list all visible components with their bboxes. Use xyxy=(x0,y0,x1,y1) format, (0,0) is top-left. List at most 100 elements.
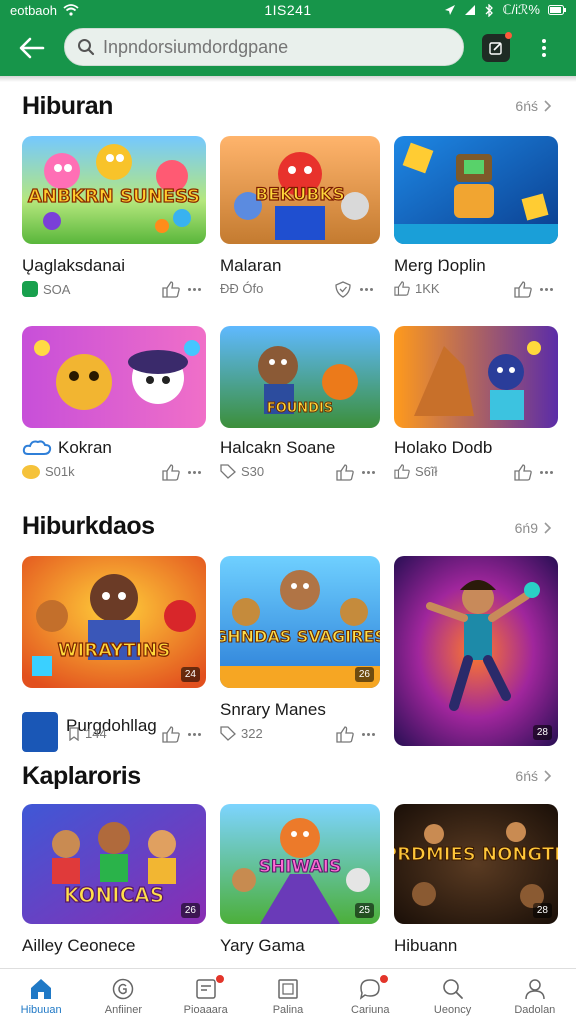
notification-dot xyxy=(379,974,390,984)
search-icon xyxy=(442,978,463,999)
game-meta: 1KK xyxy=(415,281,440,296)
tag-icon xyxy=(220,726,236,741)
thumbs-up-icon[interactable] xyxy=(336,464,354,481)
section-title: Kaplaroris xyxy=(22,762,141,790)
section-see-all[interactable]: 6ńś xyxy=(515,768,552,784)
nav-item-dadolan[interactable]: Dadolan xyxy=(494,969,576,1024)
more-options-icon[interactable] xyxy=(360,288,373,291)
overflow-menu-button[interactable] xyxy=(530,34,558,62)
chevron-right-icon xyxy=(544,770,552,782)
thumbs-up-icon[interactable] xyxy=(514,281,532,298)
game-thumbnail[interactable]: PRDMIES NONGTK 28 xyxy=(394,804,558,924)
more-options-icon[interactable] xyxy=(362,471,375,474)
back-button[interactable] xyxy=(16,32,48,64)
game-meta: S6ĩł xyxy=(415,464,438,479)
game-thumbnail[interactable]: BEKUBKS xyxy=(220,136,380,244)
search-input[interactable] xyxy=(103,36,453,58)
game-meta: S30 xyxy=(241,464,265,479)
section-title: Hiburan xyxy=(22,92,113,120)
thumbs-up-icon[interactable] xyxy=(162,464,180,481)
thumbnail-title: KONICAS xyxy=(64,883,164,907)
profile-icon xyxy=(525,978,545,999)
game-name: Snrary Manes xyxy=(220,700,326,719)
game-thumbnail[interactable]: SHIWAIS 25 xyxy=(220,804,380,924)
nav-item-anfiiner[interactable]: Anfiiner xyxy=(82,969,164,1024)
nav-item-ueoncy[interactable]: Ueoncy xyxy=(411,969,493,1024)
duration-badge: 25 xyxy=(354,903,374,918)
more-options-icon[interactable] xyxy=(362,733,375,736)
chevron-right-icon xyxy=(544,522,552,534)
thumbs-up-icon[interactable] xyxy=(514,464,532,481)
circle-g-icon xyxy=(113,978,134,999)
game-thumbnail[interactable]: ANBKRN SUNESS xyxy=(22,136,206,244)
game-thumbnail[interactable] xyxy=(394,326,558,428)
nav-label: Anfiiner xyxy=(104,1003,143,1016)
game-thumbnail[interactable]: GHNDAS SVAGIRES 26 xyxy=(220,556,380,688)
section-see-all[interactable]: 6ń9 xyxy=(515,520,552,536)
app-bar-shadow xyxy=(0,76,576,82)
frame-icon xyxy=(278,978,298,999)
nav-item-pioaaara[interactable]: Pioaaara xyxy=(165,969,247,1024)
more-options-icon[interactable] xyxy=(188,471,201,474)
status-time: 1IS241 xyxy=(264,2,312,18)
game-thumbnail[interactable]: WIRAYTINS 24 xyxy=(22,556,206,688)
thumbs-up-icon[interactable] xyxy=(162,281,180,298)
search-icon xyxy=(78,39,95,56)
tag-icon xyxy=(69,726,79,741)
game-meta: 322 xyxy=(241,726,263,741)
thumbs-up-icon xyxy=(394,464,410,479)
svg-text:FOUNDIS: FOUNDIS xyxy=(267,401,333,416)
game-meta: ÐÐ Ófo xyxy=(220,281,264,296)
thumbnail-title: SHIWAIS xyxy=(259,857,342,877)
game-name: Ųaglaksdanai xyxy=(22,256,126,275)
cloud-logo-icon xyxy=(22,440,52,455)
nav-item-palina[interactable]: Palina xyxy=(247,969,329,1024)
app-logo-icon xyxy=(22,281,38,297)
more-options-icon[interactable] xyxy=(188,733,201,736)
shield-icon[interactable] xyxy=(334,281,352,298)
thumbs-up-icon[interactable] xyxy=(336,726,354,743)
game-name: Halcakn Soane xyxy=(220,438,336,457)
nav-label: Palina xyxy=(272,1003,304,1016)
duration-badge: 28 xyxy=(532,725,552,740)
game-name: Ailley Ceonece xyxy=(22,936,136,955)
bottom-navigation: Hibuuan Anfiiner Pioaaara Palina Cariuna… xyxy=(0,968,576,1024)
inbox-icon xyxy=(195,978,216,999)
duration-badge: 28 xyxy=(532,903,552,918)
search-bar[interactable] xyxy=(64,28,464,66)
thumbnail-title: WIRAYTINS xyxy=(58,640,171,661)
nav-label: Cariuna xyxy=(351,1003,390,1016)
chevron-right-icon xyxy=(544,100,552,112)
see-all-label: 6ńś xyxy=(515,98,538,114)
more-options-icon[interactable] xyxy=(540,288,553,291)
emoji-icon xyxy=(22,464,40,479)
game-thumbnail[interactable]: KONICAS 26 xyxy=(22,804,206,924)
game-meta: SOA xyxy=(43,281,71,297)
top-app-bar: eotbaoh 1IS241 ℂ/iℛ% xyxy=(0,0,576,76)
game-name: Holako Dodb xyxy=(394,438,493,457)
game-name: Merg Ŋoplin xyxy=(394,256,486,275)
nav-item-cariuna[interactable]: Cariuna xyxy=(329,969,411,1024)
nav-item-home[interactable]: Hibuuan xyxy=(0,969,82,1024)
compose-button[interactable] xyxy=(482,32,512,62)
see-all-label: 6ń9 xyxy=(514,520,538,536)
thumbnail-title: ANBKRN SUNESS xyxy=(28,186,200,207)
game-name: Malaran xyxy=(220,256,282,275)
game-thumbnail[interactable] xyxy=(22,326,206,428)
section-see-all[interactable]: 6ńś xyxy=(515,98,552,114)
more-options-icon[interactable] xyxy=(188,288,201,291)
game-meta: S01k xyxy=(45,464,75,479)
game-thumbnail[interactable]: FOUNDIS xyxy=(220,326,380,428)
game-name: Yary Gama xyxy=(220,936,305,955)
edit-icon xyxy=(489,42,502,55)
thumbnail-title: PRDMIES NONGTK xyxy=(394,844,558,865)
notification-dot xyxy=(214,974,225,984)
thumbs-up-icon[interactable] xyxy=(162,726,180,743)
more-options-icon[interactable] xyxy=(540,471,553,474)
game-thumbnail[interactable]: 28 xyxy=(394,556,558,746)
nav-label: Pioaaara xyxy=(183,1003,228,1016)
game-name: Kokran xyxy=(58,438,112,457)
duration-badge: 26 xyxy=(354,667,374,682)
duration-badge: 24 xyxy=(180,667,200,682)
game-thumbnail[interactable] xyxy=(394,136,558,244)
